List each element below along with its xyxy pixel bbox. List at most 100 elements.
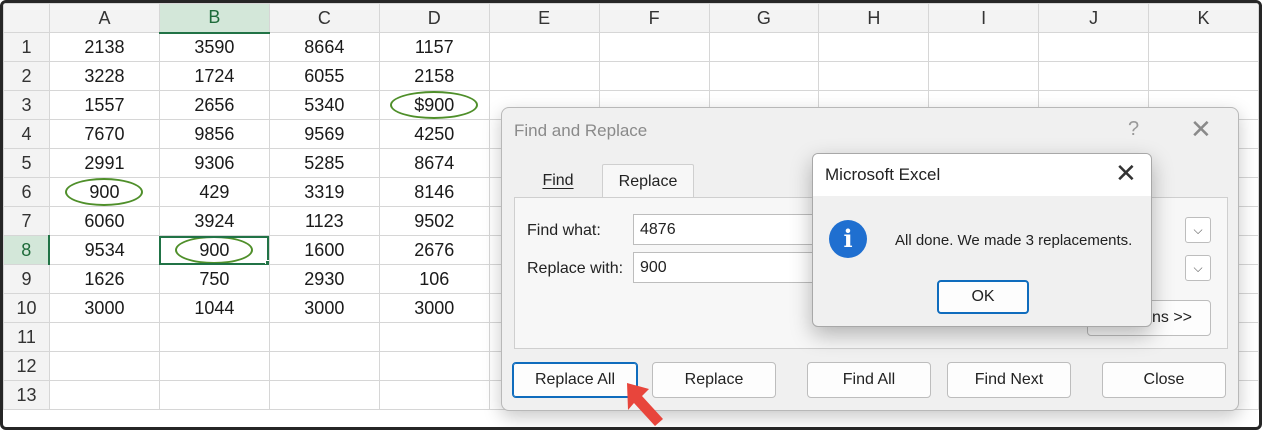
row-header-1[interactable]: 1 xyxy=(3,32,50,62)
cell-b1[interactable]: 3590 xyxy=(158,32,270,62)
cell-d12[interactable] xyxy=(378,351,490,381)
cell-a2[interactable]: 3228 xyxy=(48,61,160,91)
cell-b7[interactable]: 3924 xyxy=(158,206,270,236)
cell-a5[interactable]: 2991 xyxy=(48,148,160,178)
find-dropdown-icon[interactable]: ⌵ xyxy=(1185,217,1211,243)
cell-d1[interactable]: 1157 xyxy=(378,32,490,62)
cell-h2[interactable] xyxy=(818,61,930,91)
cell-a13[interactable] xyxy=(48,380,160,410)
cell-e2[interactable] xyxy=(488,61,600,91)
cell-a1[interactable]: 2138 xyxy=(48,32,160,62)
tab-replace[interactable]: Replace xyxy=(602,164,694,199)
help-icon[interactable]: ? xyxy=(1128,118,1139,141)
cell-k1[interactable] xyxy=(1148,32,1259,62)
cell-g2[interactable] xyxy=(708,61,820,91)
cell-c5[interactable]: 5285 xyxy=(268,148,380,178)
replace-with-input[interactable]: 900 xyxy=(633,252,833,283)
cell-c3[interactable]: 5340 xyxy=(268,90,380,120)
row-header-5[interactable]: 5 xyxy=(3,148,50,178)
column-header-g[interactable]: G xyxy=(708,3,820,33)
cell-a8[interactable]: 9534 xyxy=(48,235,160,265)
cell-b10[interactable]: 1044 xyxy=(158,293,270,323)
cell-c1[interactable]: 8664 xyxy=(268,32,380,62)
message-close-icon[interactable]: ✕ xyxy=(1115,158,1137,189)
replace-dropdown-icon[interactable]: ⌵ xyxy=(1185,255,1211,281)
column-header-i[interactable]: I xyxy=(928,3,1040,33)
row-header-6[interactable]: 6 xyxy=(3,177,50,207)
cell-c8[interactable]: 1600 xyxy=(268,235,380,265)
column-header-b[interactable]: B xyxy=(158,3,270,34)
cell-b4[interactable]: 9856 xyxy=(158,119,270,149)
cell-d3[interactable]: $900 xyxy=(378,90,490,120)
cell-c6[interactable]: 3319 xyxy=(268,177,380,207)
row-header-2[interactable]: 2 xyxy=(3,61,50,91)
column-header-d[interactable]: D xyxy=(378,3,490,33)
close-icon[interactable]: ✕ xyxy=(1190,114,1212,145)
cell-b3[interactable]: 2656 xyxy=(158,90,270,120)
row-header-10[interactable]: 10 xyxy=(3,293,50,323)
cell-f1[interactable] xyxy=(598,32,710,62)
find-next-button[interactable]: Find Next xyxy=(947,362,1071,398)
ok-button[interactable]: OK xyxy=(937,280,1029,314)
column-header-e[interactable]: E xyxy=(488,3,600,33)
cell-j2[interactable] xyxy=(1038,61,1149,91)
cell-c2[interactable]: 6055 xyxy=(268,61,380,91)
row-header-12[interactable]: 12 xyxy=(3,351,50,381)
cell-b13[interactable] xyxy=(158,380,270,410)
cell-a3[interactable]: 1557 xyxy=(48,90,160,120)
column-header-a[interactable]: A xyxy=(48,3,160,33)
cell-c13[interactable] xyxy=(268,380,380,410)
close-button[interactable]: Close xyxy=(1102,362,1226,398)
row-header-13[interactable]: 13 xyxy=(3,380,50,410)
cell-b9[interactable]: 750 xyxy=(158,264,270,294)
cell-b12[interactable] xyxy=(158,351,270,381)
column-header-f[interactable]: F xyxy=(598,3,710,33)
cell-h1[interactable] xyxy=(818,32,930,62)
cell-d8[interactable]: 2676 xyxy=(378,235,490,265)
cell-c9[interactable]: 2930 xyxy=(268,264,380,294)
cell-d5[interactable]: 8674 xyxy=(378,148,490,178)
cell-b6[interactable]: 429 xyxy=(158,177,270,207)
cell-d2[interactable]: 2158 xyxy=(378,61,490,91)
column-header-j[interactable]: J xyxy=(1038,3,1149,33)
cell-c12[interactable] xyxy=(268,351,380,381)
cell-d7[interactable]: 9502 xyxy=(378,206,490,236)
row-header-8[interactable]: 8 xyxy=(3,235,51,265)
cell-g1[interactable] xyxy=(708,32,820,62)
cell-c7[interactable]: 1123 xyxy=(268,206,380,236)
find-all-button[interactable]: Find All xyxy=(807,362,931,398)
row-header-4[interactable]: 4 xyxy=(3,119,50,149)
cell-a10[interactable]: 3000 xyxy=(48,293,160,323)
cell-d6[interactable]: 8146 xyxy=(378,177,490,207)
cell-k2[interactable] xyxy=(1148,61,1259,91)
row-header-11[interactable]: 11 xyxy=(3,322,50,352)
cell-b2[interactable]: 1724 xyxy=(158,61,270,91)
cell-c10[interactable]: 3000 xyxy=(268,293,380,323)
cell-b5[interactable]: 9306 xyxy=(158,148,270,178)
column-header-h[interactable]: H xyxy=(818,3,930,33)
cell-c11[interactable] xyxy=(268,322,380,352)
cell-a4[interactable]: 7670 xyxy=(48,119,160,149)
cell-a9[interactable]: 1626 xyxy=(48,264,160,294)
cell-d10[interactable]: 3000 xyxy=(378,293,490,323)
cell-j1[interactable] xyxy=(1038,32,1149,62)
cell-b11[interactable] xyxy=(158,322,270,352)
tab-find[interactable]: Find xyxy=(514,164,602,198)
cell-d11[interactable] xyxy=(378,322,490,352)
cell-a7[interactable]: 6060 xyxy=(48,206,160,236)
find-what-input[interactable]: 4876 xyxy=(633,214,833,245)
cell-f2[interactable] xyxy=(598,61,710,91)
select-all-corner[interactable] xyxy=(3,3,50,33)
cell-d4[interactable]: 4250 xyxy=(378,119,490,149)
cell-a12[interactable] xyxy=(48,351,160,381)
cell-d13[interactable] xyxy=(378,380,490,410)
cell-i2[interactable] xyxy=(928,61,1040,91)
cell-a6[interactable]: 900 xyxy=(48,177,160,207)
cell-b8[interactable]: 900 xyxy=(158,235,270,265)
column-header-k[interactable]: K xyxy=(1148,3,1259,33)
cell-i1[interactable] xyxy=(928,32,1040,62)
row-header-3[interactable]: 3 xyxy=(3,90,50,120)
cell-e1[interactable] xyxy=(488,32,600,62)
cell-d9[interactable]: 106 xyxy=(378,264,490,294)
row-header-9[interactable]: 9 xyxy=(3,264,50,294)
